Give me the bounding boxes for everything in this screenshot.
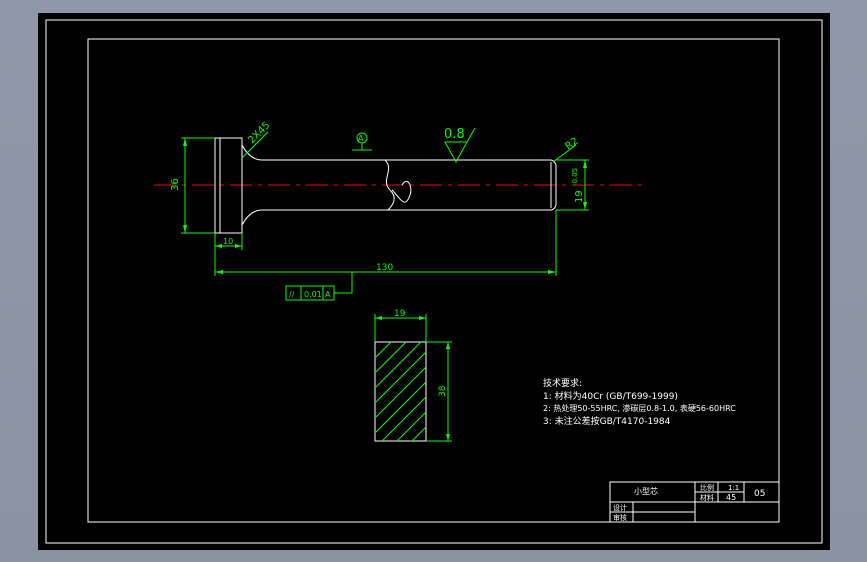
engineering-drawing[interactable]: 2X45 A 0.8 R2 36 19 -0.05 10 130 // 0.01…	[0, 0, 867, 562]
cad-viewport[interactable]: 2X45 A 0.8 R2 36 19 -0.05 10 130 // 0.01…	[0, 0, 867, 562]
datum-label: A	[358, 134, 364, 143]
tech-item-1: 1: 材料为40Cr (GB/T699-1999)	[543, 390, 678, 402]
drawing-sheet	[38, 13, 830, 550]
total-length-label: 130	[376, 263, 393, 273]
drawing-number: 05	[754, 489, 765, 499]
material-label: 材料	[700, 493, 714, 502]
head-dia-label: 36	[170, 178, 181, 191]
scale-label: 比例	[700, 483, 714, 492]
shank-dia-label: 19	[574, 190, 585, 203]
head-length-label: 10	[223, 237, 233, 246]
parallel-datum: A	[325, 290, 331, 299]
blank-height-label: 38	[438, 385, 448, 397]
tech-title: 技术要求:	[543, 377, 582, 389]
parallel-symbol: //	[289, 290, 295, 299]
material-value: 45	[726, 493, 736, 502]
tech-item-3: 3: 未注公差按GB/T4170-1984	[543, 415, 671, 427]
designer-label: 设计	[613, 503, 627, 512]
parallel-tolerance: 0.01	[304, 290, 322, 299]
scale-value: 1:1	[728, 484, 739, 492]
blank-width-label: 19	[394, 309, 406, 319]
tech-item-2: 2: 热处理50-55HRC, 渗碳层0.8-1.0, 表硬56-60HRC	[543, 403, 736, 413]
shank-tolerance-label: -0.05	[571, 168, 579, 186]
part-name: 小型芯	[634, 486, 658, 496]
roughness-label: 0.8	[444, 127, 465, 142]
reviewer-label: 审核	[613, 513, 627, 522]
